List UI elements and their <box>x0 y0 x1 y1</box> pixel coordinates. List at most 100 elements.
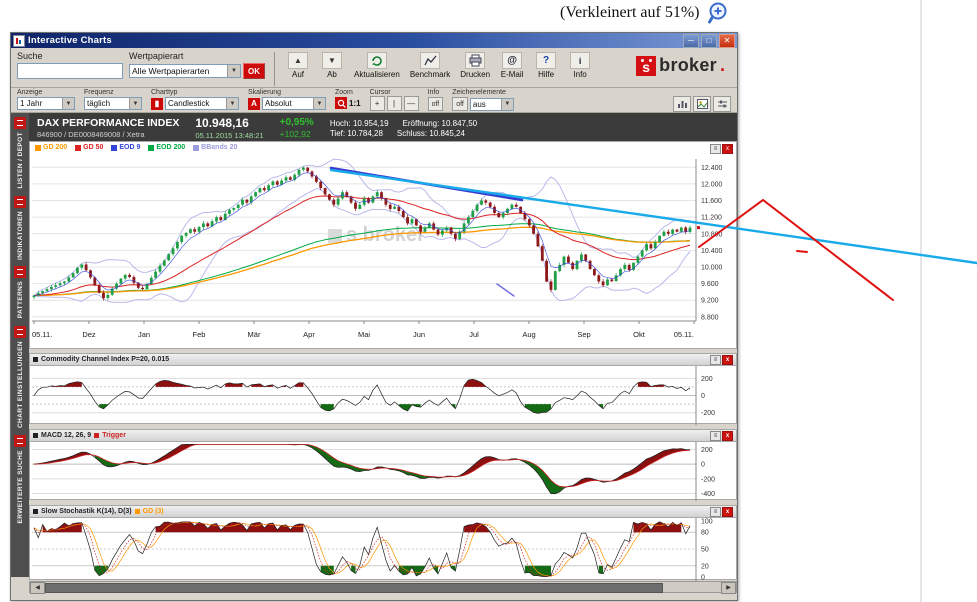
down-arrow-icon: ▼ <box>322 52 342 69</box>
stochastic-chart: 1008050200 <box>30 518 738 581</box>
svg-text:-200: -200 <box>701 410 715 417</box>
cursor-hline-button[interactable]: — <box>404 96 419 111</box>
scroll-right-button[interactable]: ▶ <box>721 582 736 594</box>
cursor-vline-button[interactable]: | <box>387 96 402 111</box>
at-sign-icon: @ <box>502 52 522 69</box>
horizontal-scrollbar[interactable]: ◀ ▶ <box>29 581 737 593</box>
skalierung-select[interactable]: Absolut▼ <box>262 97 326 110</box>
sidebar-item-erweiterte-suche[interactable]: ERWEITERTE SUCHE <box>14 435 26 523</box>
frequenz-group: Frequenz täglich▼ <box>84 89 142 111</box>
close-button[interactable]: ✕ <box>719 34 735 48</box>
sidebar-label: INDIKATOREN <box>17 211 24 260</box>
zeichenelemente-label: Zeichenelemente <box>452 89 514 97</box>
email-button[interactable]: @ E-Mail <box>498 51 526 80</box>
sidebar-label: CHART EINSTELLUNGEN <box>17 341 24 428</box>
candlestick-icon: ▮ <box>151 98 163 110</box>
zoom-magnifier-icon[interactable] <box>335 97 347 109</box>
svg-text:-400: -400 <box>701 491 715 498</box>
title-bar[interactable]: Interactive Charts ─ □ ✕ <box>11 33 737 48</box>
info-toggle-label: Info <box>428 89 444 97</box>
info-group: Info off <box>428 89 444 111</box>
anzeige-select[interactable]: 1 Jahr ▼ <box>17 97 75 110</box>
main-chart-panel[interactable]: GD 200 GD 50 EOD 9 EOD 200 BBands 20 ≡ x… <box>29 141 737 349</box>
gear-icon <box>14 326 26 338</box>
red-dash <box>797 251 807 252</box>
info-button[interactable]: i Info <box>566 51 594 80</box>
panel-menu-button[interactable]: ≡ <box>710 355 721 365</box>
indicator-icon <box>14 196 26 208</box>
stochastic-panel[interactable]: Slow Stochastik K(14), D(3) GD (3) ≡ x 1… <box>29 505 737 580</box>
window-title: Interactive Charts <box>28 35 112 46</box>
search-label: Suche <box>17 51 123 61</box>
sidebar-item-patterns[interactable]: PATTERNS <box>14 266 26 318</box>
search-input[interactable] <box>17 63 123 79</box>
instrument-name: DAX PERFORMANCE INDEX <box>37 117 179 129</box>
zeichenelemente-group: Zeichenelemente off aus▼ <box>452 89 514 111</box>
sidebar-item-chart-einstellungen[interactable]: CHART EINSTELLUNGEN <box>14 326 26 428</box>
zoom-note-text: (Verkleinert auf 51%) <box>560 4 700 22</box>
panel-menu-button[interactable]: ≡ <box>710 144 721 154</box>
svg-text:10.000: 10.000 <box>701 265 723 272</box>
charttyp-select[interactable]: Candlestick▼ <box>165 97 239 110</box>
panel-close-button[interactable]: x <box>722 144 733 154</box>
sidebar-item-listen-depot[interactable]: LISTEN / DEPOT <box>14 117 26 189</box>
minimize-button[interactable]: ─ <box>683 34 699 48</box>
svg-text:11.600: 11.600 <box>701 198 722 205</box>
drucken-button[interactable]: Drucken <box>458 51 492 80</box>
quote-timestamp: 05.11.2015 13:48:21 <box>195 131 263 140</box>
scroll-left-button[interactable]: ◀ <box>30 582 45 594</box>
wertpapierart-label: Wertpapierart <box>129 51 265 61</box>
panel-menu-button[interactable]: ≡ <box>710 507 721 517</box>
x-axis-label: Apr <box>303 330 315 339</box>
sidebar-item-indikatoren[interactable]: INDIKATOREN <box>14 196 26 260</box>
legend-gd50: GD 50 <box>75 144 103 151</box>
high-value: Hoch: 10.954,19 <box>330 119 389 128</box>
maximize-button[interactable]: □ <box>701 34 717 48</box>
ok-button[interactable]: OK <box>243 63 265 79</box>
zoom-label: Zoom <box>335 89 361 97</box>
info-icon: i <box>570 52 590 69</box>
anzeige-value: 1 Jahr <box>20 99 42 108</box>
hilfe-button[interactable]: ? Hilfe <box>532 51 560 80</box>
cci-panel[interactable]: Commodity Channel Index P=20, 0.015 ≡ x … <box>29 353 737 424</box>
zeichenelemente-select[interactable]: aus▼ <box>470 98 514 111</box>
svg-text:100: 100 <box>701 519 713 526</box>
frequenz-select[interactable]: täglich▼ <box>84 97 142 110</box>
up-arrow-icon: ▲ <box>288 52 308 69</box>
button-label: Info <box>573 70 586 79</box>
left-sidebar: LISTEN / DEPOT INDIKATOREN PATTERNS CHAR… <box>11 113 29 577</box>
frequenz-label: Frequenz <box>84 89 142 97</box>
benchmark-button[interactable]: Benchmark <box>408 51 452 80</box>
interactive-charts-window: Interactive Charts ─ □ ✕ Suche Wertpapie… <box>10 32 738 601</box>
info-toggle[interactable]: off <box>428 97 444 111</box>
zeichenelemente-toggle[interactable]: off <box>452 97 468 111</box>
printer-icon <box>465 52 485 69</box>
x-axis-label: Dez <box>82 330 95 339</box>
bar-chart-icon[interactable] <box>673 96 691 112</box>
panel-close-button[interactable]: x <box>722 431 733 441</box>
page: { "page": { "zoom_note": "(Verkleinert a… <box>0 0 977 602</box>
panel-close-button[interactable]: x <box>722 507 733 517</box>
crosshair-button[interactable]: + <box>370 96 385 111</box>
macd-panel[interactable]: MACD 12, 26, 9 Trigger ≡ x 2000-200-400 <box>29 429 737 500</box>
panel-close-button[interactable]: x <box>722 355 733 365</box>
image-icon[interactable] <box>693 96 711 112</box>
auf-button[interactable]: ▲ Auf <box>284 51 312 80</box>
scrollbar-thumb[interactable] <box>45 583 663 593</box>
svg-text:10.800: 10.800 <box>701 231 723 238</box>
low-value: Tief: 10.784,28 <box>330 129 383 138</box>
x-axis-label: Aug <box>522 330 535 339</box>
svg-text:10.400: 10.400 <box>701 248 723 255</box>
panel-menu-button[interactable]: ≡ <box>710 431 721 441</box>
quote-bar: DAX PERFORMANCE INDEX 846900 / DE0008469… <box>29 113 737 143</box>
macd-title: MACD 12, 26, 9 <box>41 432 91 439</box>
chevron-down-icon: ▼ <box>62 98 74 109</box>
settings-sliders-icon[interactable] <box>713 96 731 112</box>
ab-button[interactable]: ▼ Ab <box>318 51 346 80</box>
zoom-annotation: (Verkleinert auf 51%) <box>560 1 731 25</box>
x-axis-labels: 05.11.DezJanFebMärAprMaiJunJulAugSepOkt0… <box>30 330 710 341</box>
svg-text:9.200: 9.200 <box>701 298 719 305</box>
aktualisieren-button[interactable]: Aktualisieren <box>352 51 402 80</box>
candlestick-chart[interactable]: 12.40012.00011.60011.20010.80010.40010.0… <box>30 155 738 328</box>
wertpapierart-select[interactable]: Alle Wertpapierarten ▼ <box>129 64 241 78</box>
